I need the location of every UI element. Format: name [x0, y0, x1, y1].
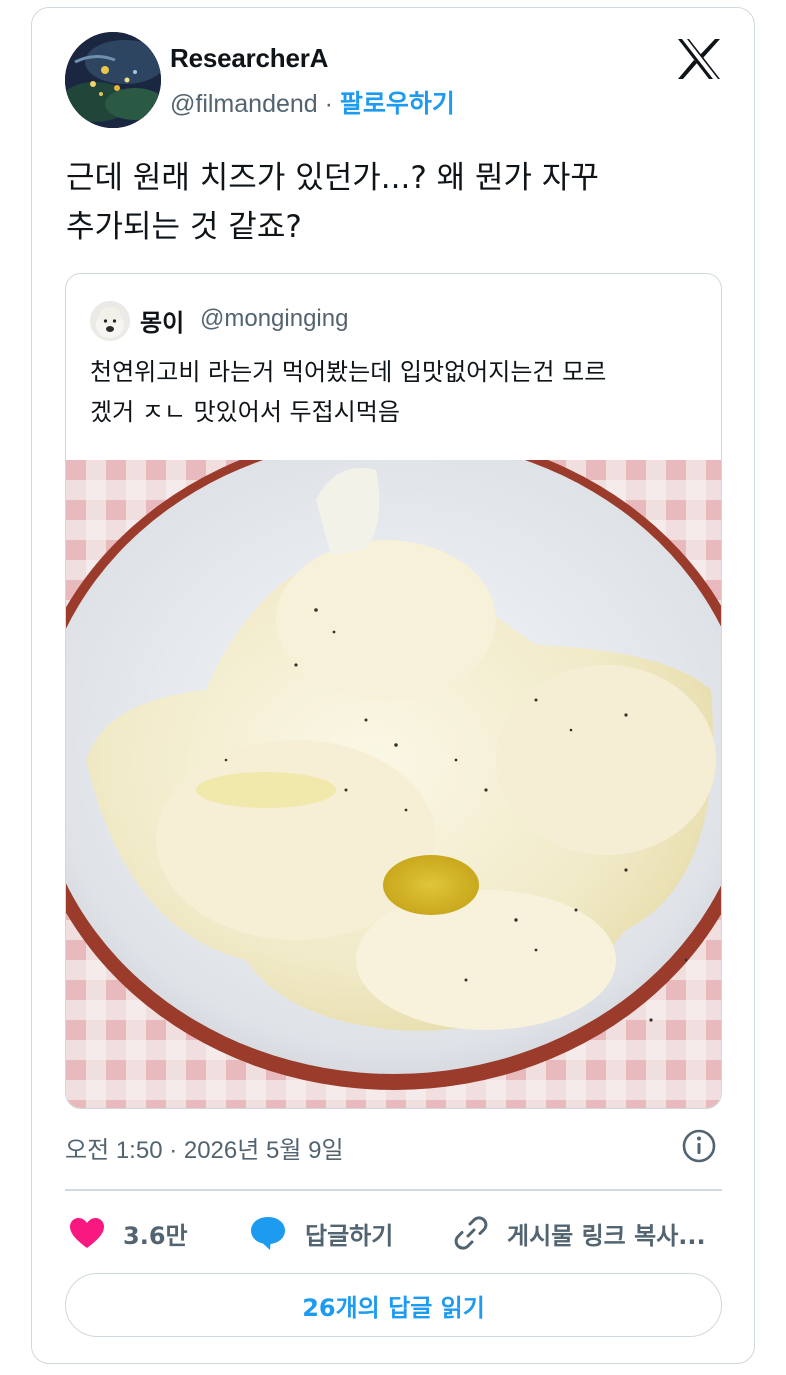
likes-count: 3.6만 — [123, 1221, 188, 1250]
author-name[interactable]: ResearcherA — [170, 43, 328, 74]
tweet-card: ResearcherA @filmandend · 팔로우하기 근데 원래 치즈… — [31, 7, 755, 1364]
tweet-text: 근데 원래 치즈가 있던가...? 왜 뭔가 자꾸 추가되는 것 같죠? — [66, 154, 726, 252]
author-avatar[interactable] — [65, 32, 161, 128]
tweet-text-line: 추가되는 것 같죠? — [66, 209, 302, 245]
quote-author-handle[interactable]: @monginging — [200, 305, 348, 333]
link-icon — [454, 1216, 488, 1250]
quote-author-name[interactable]: 몽이 — [140, 303, 184, 338]
quote-photo[interactable] — [66, 430, 721, 1108]
like-button[interactable]: 3.6만 — [69, 1211, 188, 1255]
copy-link-label: 게시물 링크 복사... — [507, 1221, 706, 1250]
x-logo-icon[interactable] — [676, 38, 722, 80]
quote-text-line: 겠거 ㅈㄴ 맛있어서 두접시먹음 — [90, 398, 400, 426]
divider — [65, 1189, 722, 1191]
author-handle[interactable]: @filmandend — [170, 90, 318, 118]
heart-icon — [70, 1218, 104, 1248]
info-icon[interactable] — [681, 1128, 717, 1164]
reply-bubble-icon — [251, 1217, 285, 1250]
reply-button[interactable]: 답글하기 — [249, 1211, 393, 1255]
tweet-timestamp[interactable]: 오전 1:50 · 2026년 5월 9일 — [65, 1130, 344, 1165]
tweet-text-line: 근데 원래 치즈가 있던가...? 왜 뭔가 자꾸 — [66, 160, 599, 196]
copy-link-button[interactable]: 게시물 링크 복사... — [453, 1211, 706, 1255]
separator-dot: · — [324, 90, 333, 118]
read-replies-button[interactable]: 26개의 답글 읽기 — [65, 1273, 722, 1337]
reply-label: 답글하기 — [305, 1221, 394, 1250]
follow-button[interactable]: 팔로우하기 — [340, 90, 455, 118]
quoted-tweet[interactable]: 몽이 @monginging 천연위고비 라는거 먹어봤는데 입맛없어지는건 모… — [65, 273, 722, 1109]
quote-text: 천연위고비 라는거 먹어봤는데 입맛없어지는건 모르 겠거 ㅈㄴ 맛있어서 두접… — [90, 352, 710, 432]
read-replies-label: 26개의 답글 읽기 — [302, 1293, 485, 1322]
quote-text-line: 천연위고비 라는거 먹어봤는데 입맛없어지는건 모르 — [90, 358, 607, 386]
author-meta: @filmandend · 팔로우하기 — [170, 84, 455, 120]
quote-avatar[interactable] — [90, 301, 130, 341]
